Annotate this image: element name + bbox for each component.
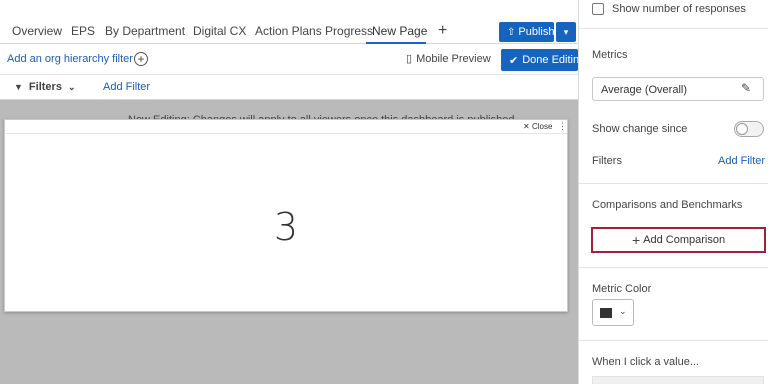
page-tab-bar: Overview EPS By Department Digital CX Ac… xyxy=(0,0,578,44)
filters-label: Filters xyxy=(28,81,62,93)
section-divider xyxy=(579,340,768,341)
color-swatch xyxy=(600,308,612,318)
close-widget-button[interactable]: ✕ Close xyxy=(523,122,552,131)
comparisons-heading: Comparisons and Benchmarks xyxy=(592,199,743,211)
tab-action-plans-progress[interactable]: Action Plans Progress xyxy=(255,24,373,38)
close-label: Close xyxy=(531,122,553,131)
add-filter-link[interactable]: Add Filter xyxy=(718,155,765,167)
add-filter-link[interactable]: Add Filter xyxy=(103,81,150,93)
mobile-preview-label: Mobile Preview xyxy=(416,53,491,65)
toggle-knob xyxy=(736,123,748,135)
plus-icon: + xyxy=(631,232,641,248)
widget-settings-panel: Show number of responses Metrics Average… xyxy=(578,0,768,384)
click-value-heading: When I click a value... xyxy=(592,356,699,368)
number-widget[interactable]: ✕ Close ⋮ 3 xyxy=(4,119,568,312)
show-responses-label: Show number of responses xyxy=(612,3,746,15)
phone-icon: ▯ xyxy=(406,53,413,65)
tab-by-department[interactable]: By Department xyxy=(105,24,185,38)
filter-bar: ▼ Filters ⌄ Add Filter xyxy=(0,74,578,100)
show-change-label: Show change since xyxy=(592,123,688,135)
done-editing-button[interactable]: ✔ Done Editing xyxy=(501,49,578,71)
tab-overview[interactable]: Overview xyxy=(12,24,62,38)
tab-new-page[interactable]: New Page xyxy=(372,24,427,38)
click-action-select[interactable] xyxy=(592,376,764,384)
metric-select-value: Average (Overall) xyxy=(601,84,687,96)
metrics-heading: Metrics xyxy=(592,49,628,61)
metric-color-heading: Metric Color xyxy=(592,283,652,295)
show-change-toggle[interactable] xyxy=(734,121,764,137)
add-page-button[interactable]: + xyxy=(438,22,447,40)
publish-button[interactable]: ⇧ Publish xyxy=(499,22,554,42)
dashboard-area: Overview EPS By Department Digital CX Ac… xyxy=(0,0,578,384)
section-divider xyxy=(579,267,768,268)
publish-label: Publish xyxy=(518,26,555,38)
add-comparison-label: Add Comparison xyxy=(643,234,726,246)
filters-dropdown[interactable]: ▼ Filters ⌄ xyxy=(14,81,75,93)
editor-subbar: Add an org hierarchy filter + ▯ Mobile Pr… xyxy=(0,44,578,74)
funnel-icon: ▼ xyxy=(14,82,23,92)
tab-eps[interactable]: EPS xyxy=(71,24,95,38)
pencil-icon[interactable]: ✎ xyxy=(741,81,751,95)
section-divider xyxy=(579,183,768,184)
metric-select[interactable]: Average (Overall) ✎ xyxy=(592,77,764,101)
mobile-preview-button[interactable]: ▯ Mobile Preview xyxy=(406,52,491,65)
section-divider xyxy=(579,28,768,29)
metric-color-picker[interactable]: ⌄ xyxy=(592,299,634,326)
show-responses-checkbox[interactable] xyxy=(592,3,604,15)
chevron-down-icon: ▾ xyxy=(563,26,569,37)
more-options-icon[interactable]: ⋮ xyxy=(558,121,567,132)
add-comparison-button[interactable]: + Add Comparison xyxy=(591,227,766,253)
publish-options-button[interactable]: ▾ xyxy=(556,22,576,42)
filters-label: Filters xyxy=(592,155,622,167)
upload-icon: ⇧ xyxy=(507,26,516,38)
plus-circle-icon[interactable]: + xyxy=(134,52,148,66)
check-icon: ✔ xyxy=(509,54,519,67)
chevron-down-icon: ⌄ xyxy=(67,82,76,92)
metric-value: 3 xyxy=(273,205,299,249)
close-icon: ✕ xyxy=(523,122,530,131)
chevron-down-icon: ⌄ xyxy=(619,306,627,316)
org-hierarchy-filter-link[interactable]: Add an org hierarchy filter xyxy=(7,53,133,65)
widget-header: ✕ Close ⋮ xyxy=(5,120,567,134)
done-editing-label: Done Editing xyxy=(522,54,578,66)
tab-digital-cx[interactable]: Digital CX xyxy=(193,24,246,38)
